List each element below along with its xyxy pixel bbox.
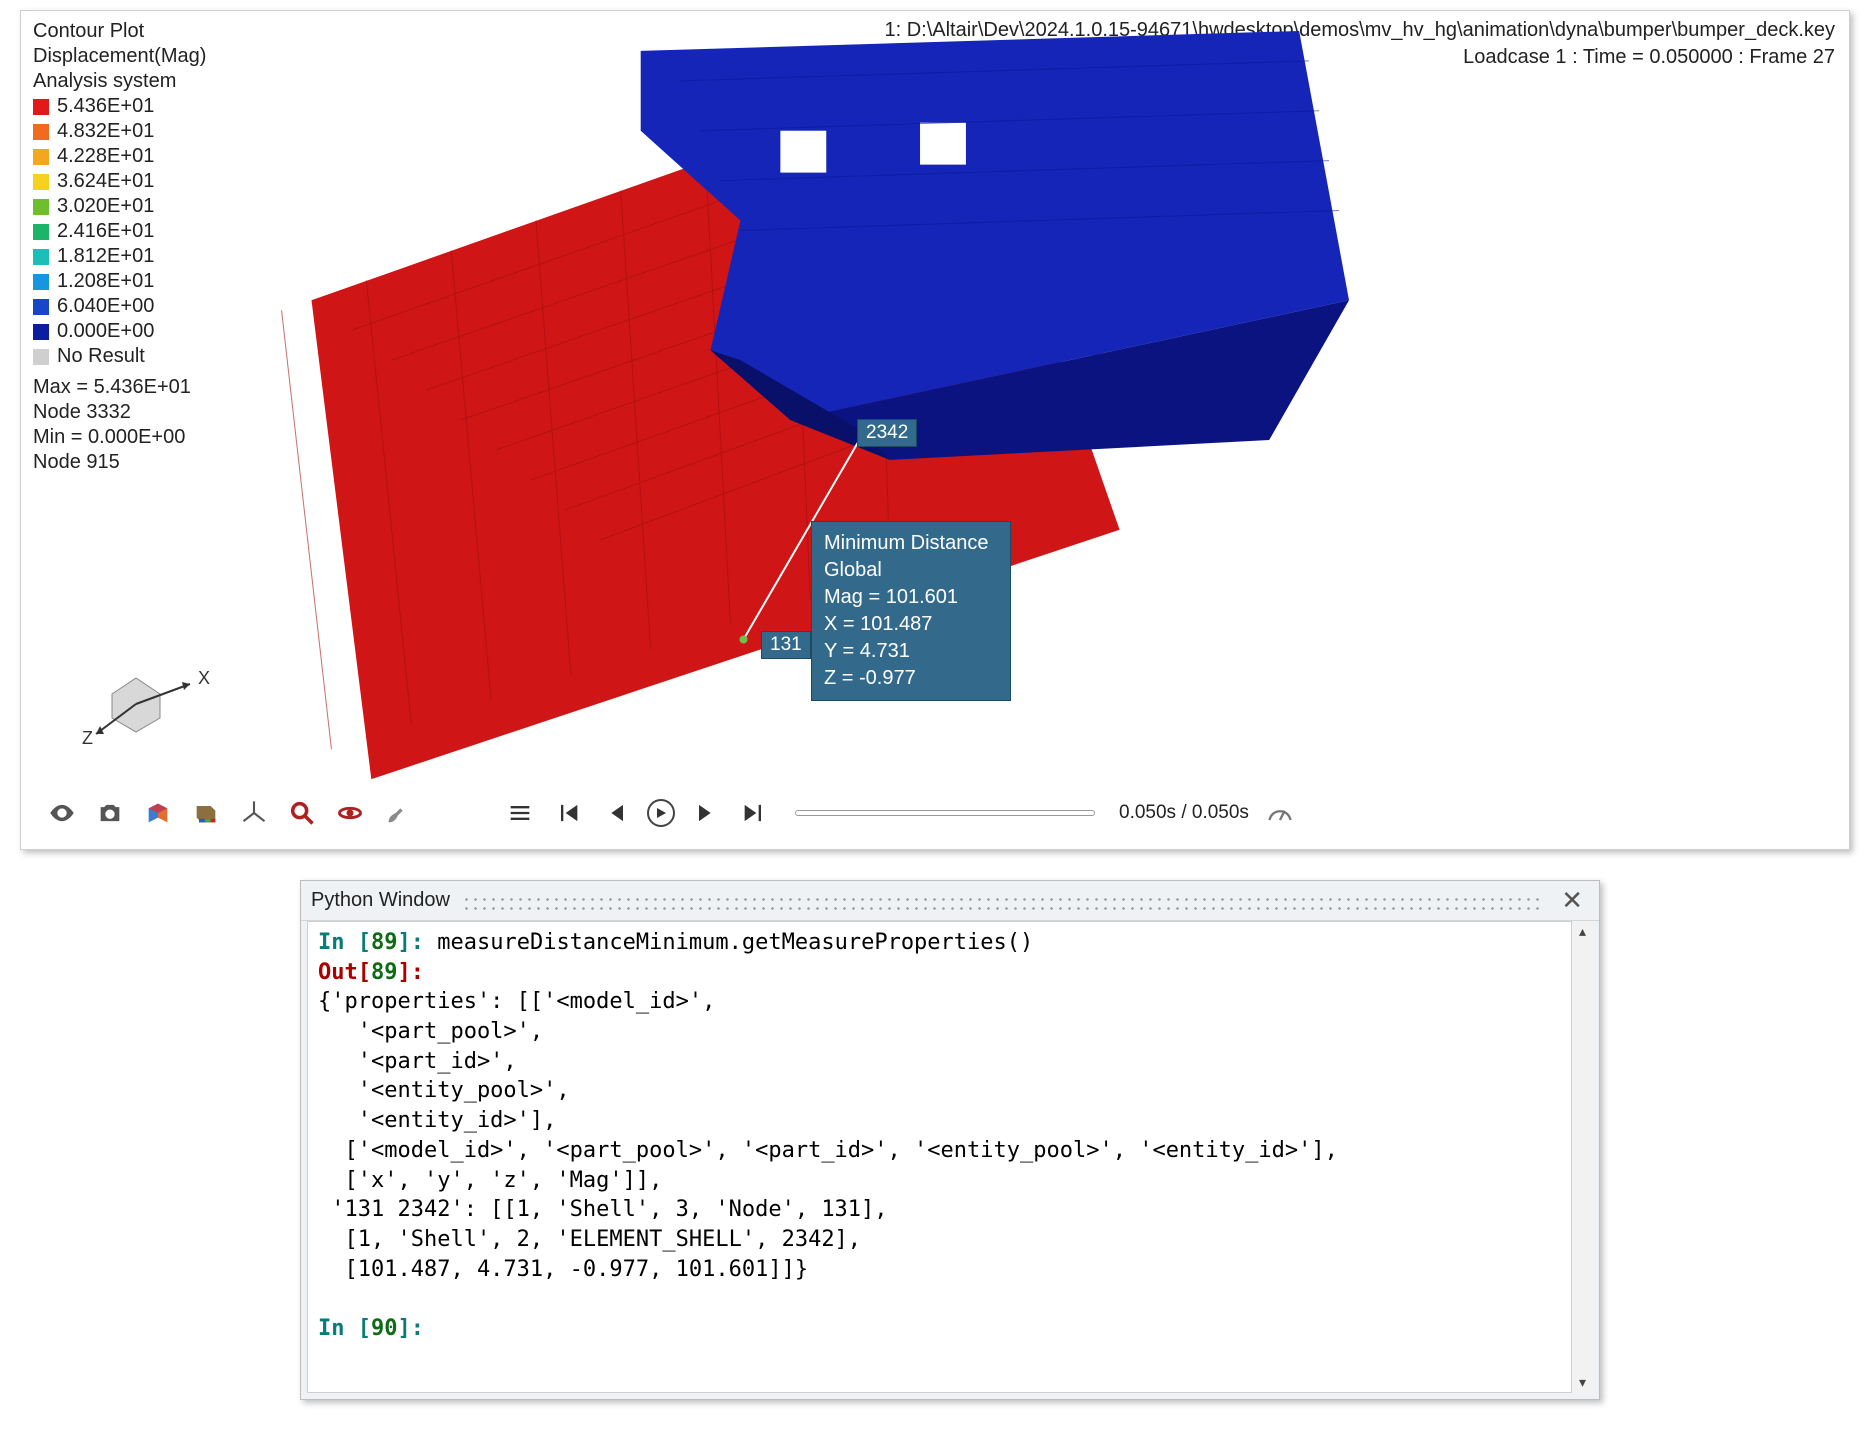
zoom-icon[interactable] [285, 796, 319, 830]
axis-z-label: Z [82, 728, 93, 748]
view-axis-widget[interactable]: X Z [91, 654, 221, 749]
python-console[interactable]: In [89]: measureDistanceMinimum.getMeasu… [307, 921, 1593, 1393]
console-scrollbar[interactable]: ▴ ▾ [1571, 921, 1593, 1393]
info-y: Y = 4.731 [824, 638, 998, 665]
info-x: X = 101.487 [824, 611, 998, 638]
skip-start-icon[interactable] [551, 796, 585, 830]
console-output: {'properties': [['<model_id>', '<part_po… [318, 989, 1338, 1281]
node-label-2342[interactable]: 2342 [857, 419, 917, 447]
info-title: Minimum Distance [824, 530, 998, 557]
3d-scene[interactable] [21, 11, 1849, 849]
node-label-131[interactable]: 131 [761, 631, 811, 659]
scroll-down-icon[interactable]: ▾ [1579, 1374, 1586, 1391]
cube-color-icon[interactable] [141, 796, 175, 830]
info-system: Global [824, 557, 998, 584]
info-z: Z = -0.977 [824, 665, 998, 692]
console-content: In [89]: measureDistanceMinimum.getMeasu… [318, 928, 1582, 1344]
measure-info-box[interactable]: Minimum Distance Global Mag = 101.601 X … [811, 521, 1011, 701]
python-window-title: Python Window [311, 889, 450, 912]
python-window: Python Window ✕ In [89]: measureDistance… [300, 880, 1600, 1400]
close-icon[interactable]: ✕ [1555, 885, 1589, 916]
viewport-toolbar: 0.050s / 0.050s [45, 791, 1835, 835]
speed-icon[interactable] [1263, 796, 1297, 830]
axis-icon[interactable] [237, 796, 271, 830]
eye-icon[interactable] [45, 796, 79, 830]
step-forward-icon[interactable] [689, 796, 723, 830]
orbit-icon[interactable] [333, 796, 367, 830]
timeline-slider[interactable] [795, 810, 1095, 816]
play-button[interactable] [647, 799, 675, 827]
timeline-time: 0.050s / 0.050s [1119, 802, 1249, 824]
viewport-panel: 1: D:\Altair\Dev\2024.1.0.15-94671\hwdes… [20, 10, 1850, 850]
scroll-up-icon[interactable]: ▴ [1579, 923, 1586, 940]
info-mag: Mag = 101.601 [824, 584, 998, 611]
camera-icon[interactable] [93, 796, 127, 830]
axis-x-label: X [198, 668, 210, 688]
menu-icon[interactable] [503, 796, 537, 830]
python-window-titlebar[interactable]: Python Window ✕ [301, 881, 1599, 921]
skip-end-icon[interactable] [737, 796, 771, 830]
titlebar-grip[interactable] [462, 892, 1543, 910]
layers-icon[interactable] [189, 796, 223, 830]
step-back-icon[interactable] [599, 796, 633, 830]
brush-icon[interactable] [381, 796, 415, 830]
